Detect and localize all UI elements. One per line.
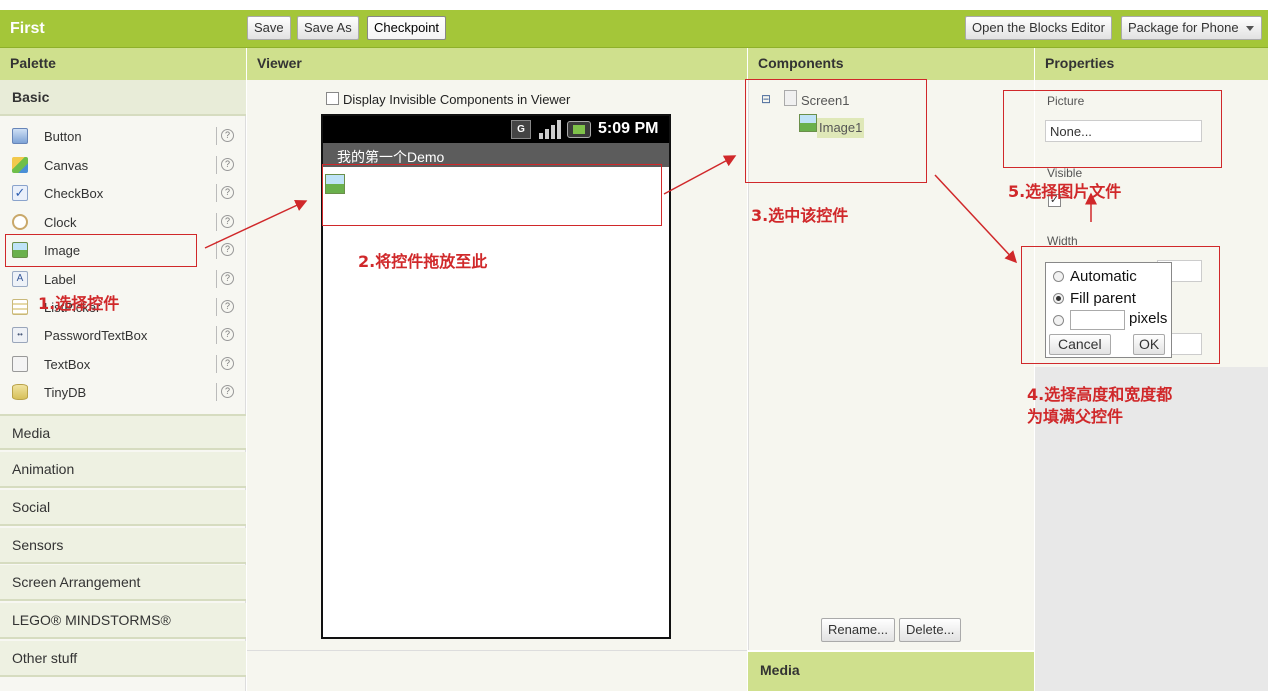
- annotation-arrows: [204, 155, 1097, 264]
- arrow-step4: [934, 174, 1018, 264]
- annotation-step4-line1: 4.选择高度和宽度都: [1027, 385, 1173, 404]
- arrow-step1: [204, 199, 308, 249]
- annotation-step3: 3.选中该控件: [751, 206, 849, 225]
- annotation-step4-line2: 为填满父控件: [1027, 407, 1124, 426]
- arrow-step3: [663, 155, 737, 195]
- annotation-step1: 1.选择控件: [38, 294, 120, 313]
- annotation-step2: 2.将控件拖放至此: [358, 252, 488, 271]
- annotation-step5: 5.选择图片文件: [1008, 182, 1122, 201]
